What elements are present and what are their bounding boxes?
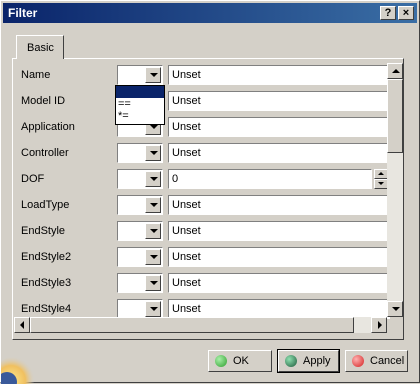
- operator-combo[interactable]: [117, 143, 163, 163]
- value-field[interactable]: Unset: [168, 195, 390, 215]
- green-circle-icon: [215, 355, 227, 367]
- scroll-thumb[interactable]: [30, 317, 354, 333]
- chevron-down-icon[interactable]: [145, 275, 161, 291]
- scroll-down-icon[interactable]: [387, 301, 403, 317]
- value-field[interactable]: Unset: [168, 247, 390, 267]
- operator-combo[interactable]: [117, 169, 163, 189]
- value-field[interactable]: Unset: [168, 299, 390, 319]
- row-label: Application: [21, 121, 75, 133]
- chevron-down-icon[interactable]: [145, 301, 161, 317]
- spin-down-icon[interactable]: [374, 179, 388, 189]
- red-circle-icon: [352, 355, 364, 367]
- dropdown-option[interactable]: *=: [116, 110, 164, 122]
- filter-dialog: Filter ? × Basic Name Unset Model ID Uns…: [0, 0, 420, 384]
- title-bar[interactable]: Filter ? ×: [3, 3, 417, 23]
- row-label: Model ID: [21, 95, 66, 107]
- value-field[interactable]: Unset: [168, 221, 390, 241]
- scroll-right-icon[interactable]: [371, 317, 387, 333]
- filter-row-model-id: Model ID Unset: [13, 88, 403, 114]
- value-field[interactable]: Unset: [168, 65, 390, 85]
- close-button[interactable]: ×: [398, 6, 414, 20]
- filter-row-dof: DOF 0: [13, 166, 403, 192]
- filter-row-endstyle2: EndStyle2 Unset: [13, 244, 403, 270]
- operator-combo[interactable]: [117, 65, 163, 85]
- dropdown-option[interactable]: [116, 86, 164, 98]
- filter-row-loadtype: LoadType Unset: [13, 192, 403, 218]
- window-title: Filter: [8, 6, 38, 20]
- ok-button[interactable]: OK: [208, 350, 272, 372]
- apply-button[interactable]: Apply: [277, 349, 340, 373]
- row-label: Controller: [21, 147, 69, 159]
- chevron-down-icon[interactable]: [145, 249, 161, 265]
- chevron-down-icon[interactable]: [145, 223, 161, 239]
- spin-up-icon[interactable]: [374, 169, 388, 179]
- row-label: LoadType: [21, 199, 70, 211]
- value-field[interactable]: Unset: [168, 91, 390, 111]
- dof-value-field[interactable]: 0: [168, 169, 372, 189]
- filter-row-application: Application Unset: [13, 114, 403, 140]
- dof-spinner[interactable]: [374, 169, 388, 189]
- chevron-down-icon[interactable]: [145, 145, 161, 161]
- chevron-down-icon[interactable]: [145, 67, 161, 83]
- horizontal-scrollbar[interactable]: [14, 317, 387, 333]
- help-button[interactable]: ?: [380, 6, 396, 20]
- filter-row-controller: Controller Unset: [13, 140, 403, 166]
- row-label: EndStyle: [21, 225, 66, 237]
- value-field[interactable]: Unset: [168, 273, 390, 293]
- value-field[interactable]: Unset: [168, 117, 390, 137]
- operator-combo[interactable]: [117, 299, 163, 319]
- tab-basic-label: Basic: [27, 42, 54, 54]
- ok-button-label: OK: [233, 355, 249, 367]
- cancel-button-label: Cancel: [370, 355, 405, 367]
- dark-green-circle-icon: [285, 355, 297, 367]
- scroll-thumb[interactable]: [387, 79, 403, 153]
- row-label: EndStyle3: [21, 277, 72, 289]
- filter-row-endstyle: EndStyle Unset: [13, 218, 403, 244]
- value-field[interactable]: Unset: [168, 143, 390, 163]
- row-label: EndStyle4: [21, 303, 72, 315]
- cancel-button[interactable]: Cancel: [345, 350, 408, 372]
- apply-button-label: Apply: [303, 355, 331, 367]
- scroll-up-icon[interactable]: [387, 63, 403, 79]
- chevron-down-icon[interactable]: [145, 171, 161, 187]
- vertical-scrollbar[interactable]: [387, 63, 403, 317]
- scroll-left-icon[interactable]: [14, 317, 30, 333]
- filter-row-endstyle3: EndStyle3 Unset: [13, 270, 403, 296]
- globe-logo-icon: [1, 356, 35, 384]
- tab-basic[interactable]: Basic: [16, 35, 64, 59]
- chevron-down-icon[interactable]: [145, 197, 161, 213]
- operator-combo[interactable]: [117, 195, 163, 215]
- basic-panel: Name Unset Model ID Unset Application Un…: [12, 58, 404, 340]
- operator-dropdown-list[interactable]: == *=: [115, 85, 165, 125]
- operator-combo[interactable]: [117, 273, 163, 293]
- operator-combo[interactable]: [117, 221, 163, 241]
- row-label: EndStyle2: [21, 251, 72, 263]
- filter-row-name: Name Unset: [13, 62, 403, 88]
- row-label: DOF: [21, 173, 45, 185]
- operator-combo[interactable]: [117, 247, 163, 267]
- row-label: Name: [21, 69, 51, 81]
- dropdown-option[interactable]: ==: [116, 98, 164, 110]
